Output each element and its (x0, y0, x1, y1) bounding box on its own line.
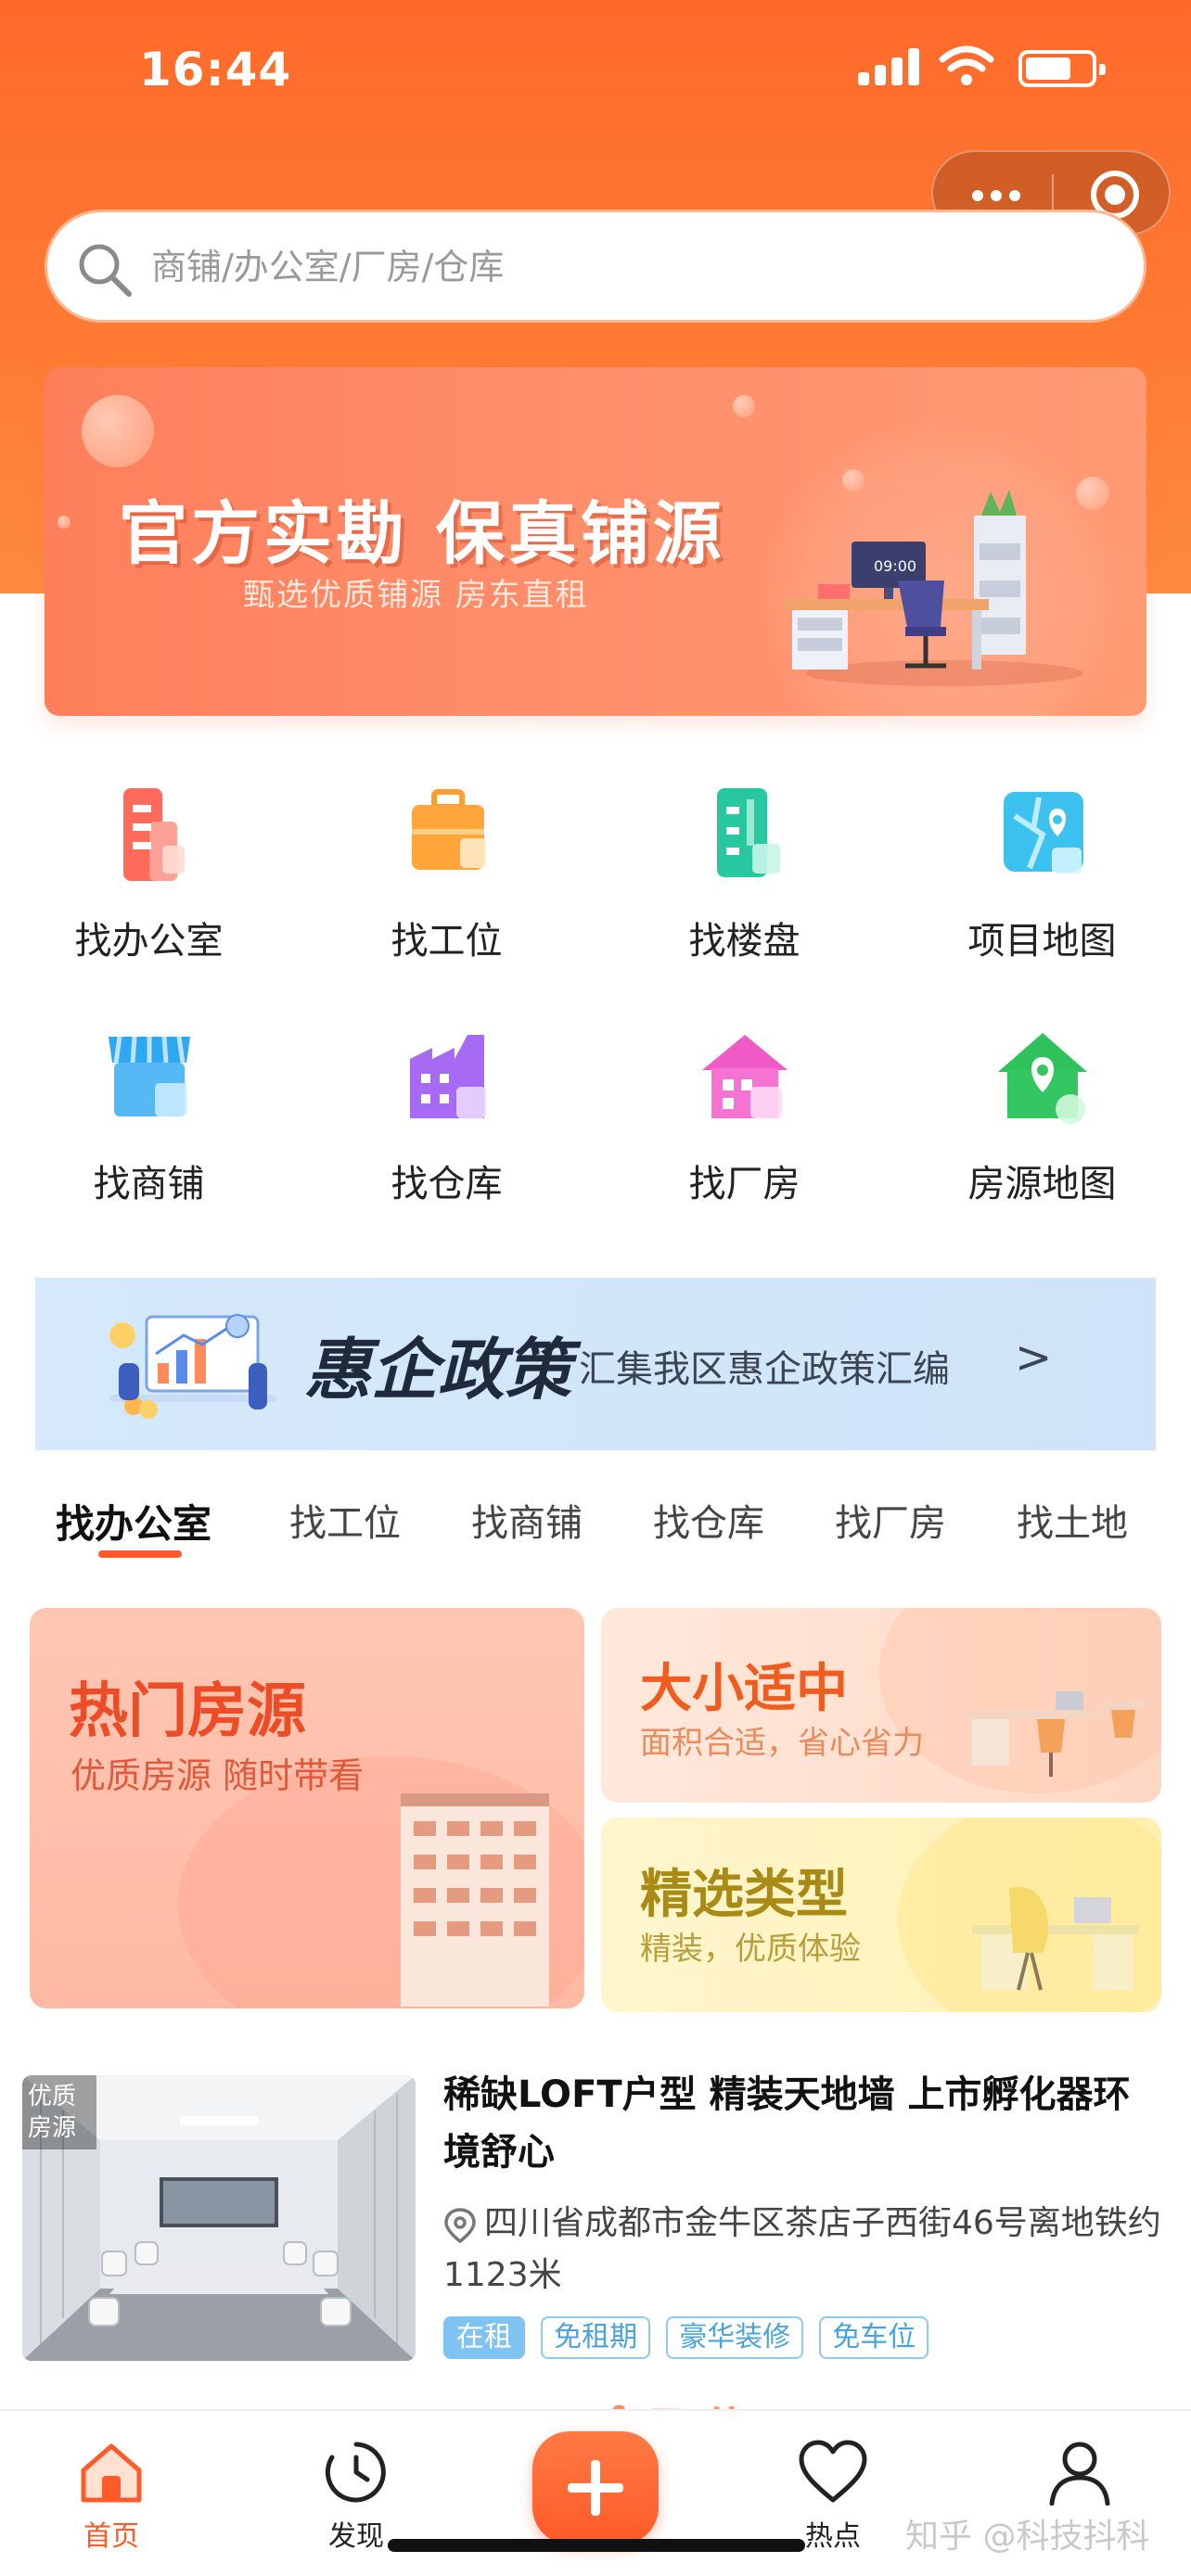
house-location-icon (987, 1022, 1098, 1133)
policy-banner[interactable]: 惠企政策 汇集我区惠企政策汇编 > (35, 1278, 1156, 1450)
monitor-time-text: 09:00 (874, 557, 916, 575)
building-illustration (401, 1793, 549, 2007)
cellular-signal-icon (858, 48, 923, 85)
nav-label: 找商铺 (93, 1163, 205, 1205)
factory-house-icon (689, 1022, 800, 1133)
watermark: 知乎 @科技抖科 (905, 2518, 1150, 2556)
tag-parking: 免车位 (819, 2316, 929, 2359)
nav-item-listing-map[interactable]: 房源地图 (893, 1022, 1191, 1207)
nav-item-factory[interactable]: 找厂房 (596, 1022, 893, 1207)
office-building-icon (94, 779, 205, 890)
tab-factory[interactable]: 找厂房 (835, 1493, 946, 1547)
profile-icon (1049, 2442, 1110, 2506)
nav-item-shop[interactable]: 找商铺 (0, 1022, 298, 1207)
desk-illustration (963, 1691, 1148, 1777)
quality-badge: 优质房源 (22, 2075, 96, 2149)
office-desk-illustration: 09:00 (785, 490, 1083, 686)
nav-label: 找厂房 (688, 1163, 800, 1205)
policy-illustration (109, 1314, 276, 1419)
chevron-right-icon: > (1015, 1332, 1053, 1384)
nav-label: 房源地图 (967, 1163, 1117, 1205)
briefcase-icon (391, 779, 503, 890)
banner-subtitle: 甄选优质铺源 房东直租 (243, 577, 589, 614)
listing-title[interactable]: 稀缺LOFT户型 精装天地墙 上市孵化器环境舒心 (443, 2066, 1167, 2181)
bottom-nav-profile[interactable] (1015, 2439, 1145, 2513)
policy-title: 惠企政策 (304, 1331, 572, 1409)
nav-label: 找办公室 (74, 920, 224, 963)
bottom-nav-home[interactable]: 首页 (46, 2439, 176, 2554)
workspace-illustration (972, 1886, 1139, 1991)
nav-label: 项目地图 (967, 920, 1117, 963)
more-options-icon[interactable] (972, 187, 1028, 205)
storefront-icon (94, 1022, 205, 1133)
tab-indicator (98, 1550, 182, 1558)
home-indicator (388, 2539, 805, 2552)
tag-rent-free: 免租期 (541, 2316, 651, 2359)
nav-label: 找仓库 (391, 1163, 503, 1205)
card-hot-listings[interactable]: 热门房源 优质房源 随时带看 (30, 1608, 584, 2009)
bottom-nav-label: 首页 (83, 2520, 139, 2553)
card-type[interactable]: 精选类型 精装，优质体验 (601, 1817, 1161, 2012)
status-bar: 16:44 (0, 37, 1191, 102)
search-input[interactable] (151, 235, 1079, 300)
tab-warehouse[interactable]: 找仓库 (653, 1493, 764, 1547)
tower-icon (689, 779, 800, 890)
nav-item-workstation[interactable]: 找工位 (298, 779, 596, 964)
card-title: 热门房源 (69, 1677, 306, 1746)
policy-subtitle: 汇集我区惠企政策汇编 (579, 1348, 950, 1391)
card-subtitle: 优质房源 随时带看 (70, 1755, 365, 1796)
card-title: 大小适中 (640, 1659, 848, 1719)
bottom-nav-discover[interactable]: 发现 (291, 2439, 421, 2554)
map-pin-icon (987, 779, 1098, 890)
warehouse-icon (391, 1022, 503, 1133)
discover-icon (325, 2442, 386, 2503)
wifi-icon (939, 45, 994, 85)
tab-land[interactable]: 找土地 (1017, 1493, 1128, 1547)
heart-icon (799, 2440, 867, 2503)
listing-thumbnail[interactable]: 优质房源 (22, 2075, 416, 2361)
nav-label: 找楼盘 (688, 920, 800, 963)
tab-shop[interactable]: 找商铺 (471, 1493, 583, 1547)
card-subtitle: 精装，优质体验 (640, 1931, 861, 1968)
location-pin-icon (444, 2208, 476, 2244)
listing-address: 四川省成都市金牛区茶店子西街46号离地铁约1123米 (443, 2198, 1176, 2302)
nav-label: 找工位 (391, 920, 503, 963)
status-time: 16:44 (139, 43, 292, 96)
tab-office[interactable]: 找办公室 (56, 1493, 211, 1549)
nav-item-office[interactable]: 找办公室 (0, 779, 298, 964)
battery-icon (1018, 50, 1106, 87)
card-size[interactable]: 大小适中 面积合适，省心省力 (601, 1608, 1161, 1803)
card-title: 精选类型 (640, 1865, 848, 1925)
banner-title: 官方实勘 保真铺源 (119, 494, 725, 574)
post-listing-button[interactable] (532, 2431, 659, 2544)
listing-tags: 在租 免租期 豪华装修 免车位 (443, 2316, 940, 2363)
search-bar[interactable] (45, 210, 1146, 323)
nav-item-building[interactable]: 找楼盘 (596, 779, 893, 964)
search-icon (79, 244, 132, 297)
tab-workstation[interactable]: 找工位 (289, 1493, 401, 1547)
promo-banner[interactable]: 官方实勘 保真铺源 甄选优质铺源 房东直租 09:00 (45, 367, 1146, 716)
tag-status: 在租 (443, 2316, 525, 2359)
home-icon (81, 2443, 142, 2503)
nav-item-warehouse[interactable]: 找仓库 (298, 1022, 596, 1207)
address-text: 四川省成都市金牛区茶店子西街46号离地铁约1123米 (443, 2204, 1161, 2294)
bottom-nav-hot[interactable]: 热点 (768, 2439, 898, 2554)
tag-decoration: 豪华装修 (666, 2316, 804, 2359)
card-subtitle: 面积合适，省心省力 (640, 1725, 924, 1762)
nav-item-project-map[interactable]: 项目地图 (893, 779, 1191, 964)
